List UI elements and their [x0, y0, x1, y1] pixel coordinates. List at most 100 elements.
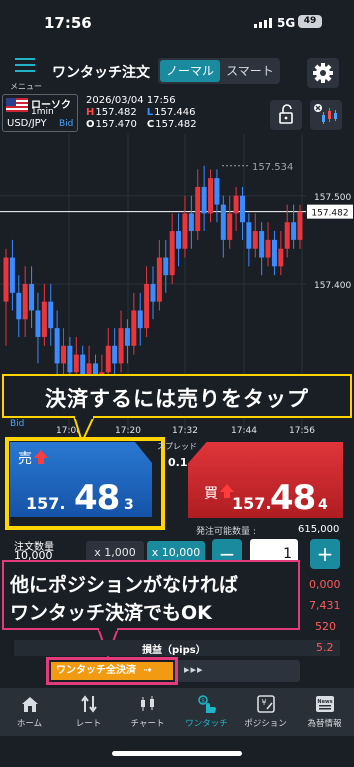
candle-body — [169, 231, 175, 276]
open-value: 157.470 — [95, 119, 137, 130]
buy-price-prefix: 157. — [232, 494, 272, 513]
status-time: 17:56 — [44, 14, 92, 32]
x-tick-label: 17:56 — [289, 426, 315, 436]
position-icon: ¥ — [257, 695, 275, 713]
candle-body — [252, 231, 258, 249]
candle-body — [48, 301, 54, 329]
menu-button[interactable]: メニュー — [6, 54, 44, 92]
candle-body — [195, 186, 201, 232]
one-touch-close-slider[interactable]: ワンタッチ全決済 ⇢ — [51, 662, 173, 680]
qty-plus-button[interactable]: + — [310, 539, 340, 569]
candle-body — [176, 231, 182, 249]
candle-body — [54, 328, 60, 364]
price-side: Bid — [59, 119, 74, 129]
tab-home-label: ホーム — [16, 719, 43, 729]
sell-price-prefix: 157. — [26, 494, 66, 513]
candle-body — [131, 310, 137, 346]
spread-label: スプレッド — [157, 442, 197, 451]
hamburger-icon — [15, 58, 35, 76]
max-marker-label: 157.534 — [252, 162, 293, 173]
tab-position-label: ポジション — [244, 719, 287, 729]
tab-chart[interactable]: チャート — [118, 688, 177, 736]
sell-label: 売 — [18, 451, 32, 467]
tab-home[interactable]: ホーム — [0, 688, 59, 736]
candle-body — [201, 186, 207, 214]
candle-body — [214, 178, 220, 205]
slide-arrows-icon: ▸▸▸ — [184, 663, 204, 676]
tab-rate[interactable]: レート — [59, 688, 118, 736]
tab-rate-label: レート — [75, 719, 102, 729]
sell-price-pips: 48 — [74, 478, 120, 518]
mode-smart-button[interactable]: スマート — [222, 58, 278, 84]
bid-overlay-label: Bid — [10, 419, 24, 429]
chart-period: 1min — [31, 107, 54, 117]
news-icon: News — [316, 696, 334, 712]
sell-price-fraction: 3 — [124, 497, 134, 513]
spread-value: 0.1 — [168, 456, 188, 469]
candle-body — [112, 345, 118, 364]
sell-arrow-stem — [38, 458, 44, 464]
position-value-3: 520 — [315, 620, 336, 633]
rate-icon — [81, 695, 97, 713]
candle-body — [67, 345, 73, 373]
svg-text:¥: ¥ — [261, 698, 266, 707]
candle-body — [41, 301, 47, 337]
buy-arrow-up-icon — [220, 484, 234, 492]
one-touch-close-label: ワンタッチ全決済 — [56, 665, 136, 676]
buy-price-pips: 48 — [270, 478, 316, 518]
candle-body — [291, 222, 297, 240]
settings-button[interactable] — [307, 58, 339, 88]
battery-icon: 49 — [298, 15, 322, 28]
currency-pair: USD/JPY — [7, 118, 47, 129]
tab-one-touch[interactable]: $ ワンタッチ — [177, 688, 236, 736]
high-key: H — [86, 107, 95, 118]
menu-label: メニュー — [10, 82, 42, 91]
one-touch-icon: $ — [198, 695, 216, 713]
candle-body — [105, 345, 111, 373]
candle-body — [163, 257, 169, 276]
candle-body — [61, 345, 67, 364]
candle-body — [144, 284, 150, 329]
one-touch-close-callout: 他にポジションがなければ ワンタッチ決済でもOK — [2, 560, 300, 630]
sell-arrow-up-icon — [34, 450, 48, 458]
currency-pair-selector[interactable]: ローソク 1min USD/JPY Bid — [2, 94, 78, 132]
candle-body — [297, 211, 303, 240]
candle-body — [156, 257, 162, 302]
indicator-icon — [314, 104, 337, 124]
close-key: C — [146, 119, 155, 130]
position-value-2: 7,431 — [309, 599, 341, 612]
mode-toggle: ノーマル スマート — [158, 58, 280, 84]
pnl-value: 5.2 — [316, 641, 334, 654]
lock-button[interactable] — [270, 100, 302, 130]
x-tick-label: 17:44 — [231, 426, 257, 436]
candle-body — [259, 231, 265, 258]
open-key: O — [86, 119, 95, 130]
buy-label: 買 — [204, 486, 218, 502]
candle-body — [284, 222, 290, 249]
mode-normal-button[interactable]: ノーマル — [160, 60, 220, 82]
buy-arrow-stem — [224, 492, 230, 498]
available-qty-value: 615,000 — [298, 524, 340, 535]
tab-news-label: 為替情報 — [307, 719, 342, 729]
bottom-tab-bar: ホーム レート チャート $ ワンタッチ ¥ ポジション News 為替情報 — [0, 688, 354, 736]
svg-text:News: News — [317, 699, 332, 705]
candle-body — [29, 284, 35, 311]
x-tick-label: 17:20 — [115, 426, 141, 436]
candle-body — [35, 310, 41, 337]
arrow-right-icon: ⇢ — [143, 665, 152, 676]
x-tick-label: 17:32 — [172, 426, 198, 436]
pnl-label: 損益（pips） — [142, 645, 206, 656]
close-hint-line2: ワンタッチ決済でもOK — [10, 602, 212, 624]
candle-body — [182, 213, 188, 249]
tab-news[interactable]: News 為替情報 — [295, 688, 354, 736]
candle-body — [124, 328, 130, 346]
sell-hint-callout: 決済するには売りをタップ — [2, 374, 352, 418]
high-value: 157.482 — [95, 107, 137, 118]
candle-body — [208, 178, 214, 214]
tab-position[interactable]: ¥ ポジション — [236, 688, 295, 736]
candle-body — [271, 239, 277, 267]
candle-body — [118, 328, 124, 364]
close-value: 157.482 — [155, 119, 197, 130]
indicator-button[interactable] — [310, 100, 342, 130]
candle-body — [3, 257, 9, 302]
